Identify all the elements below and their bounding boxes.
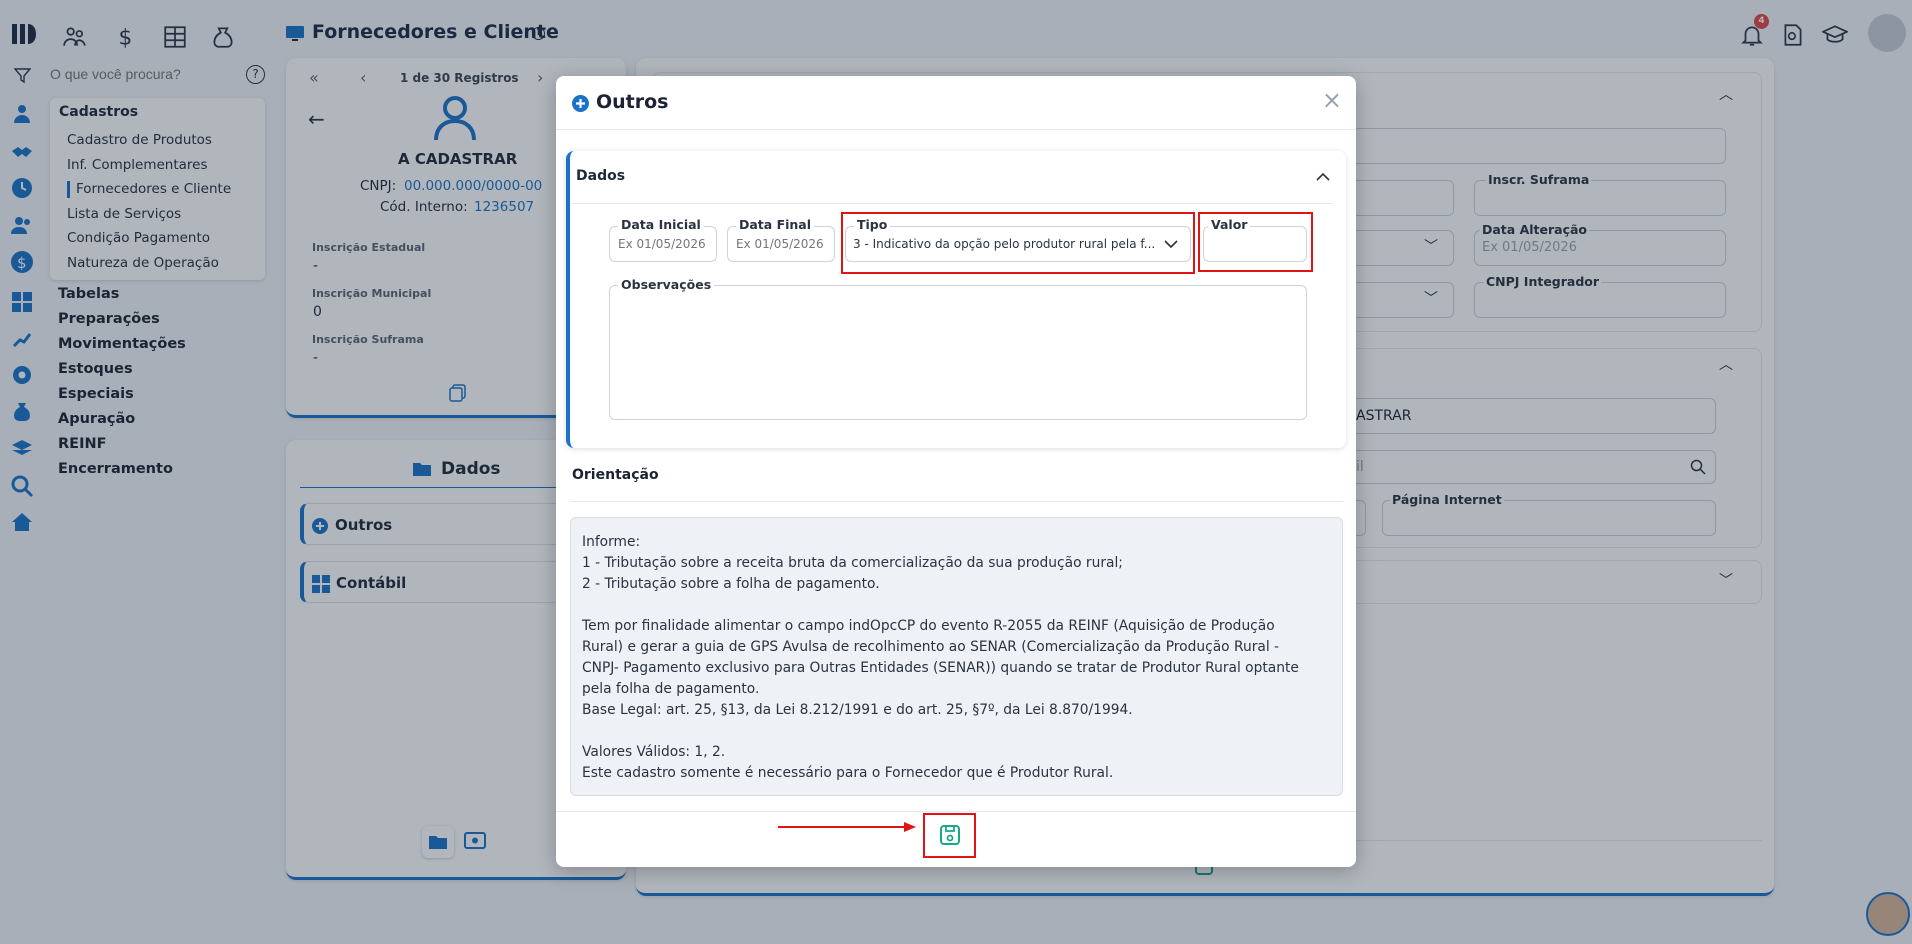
orientacao-line: pela folha de pagamento. xyxy=(582,681,760,697)
orientacao-line: 1 - Tributação sobre a receita bruta da … xyxy=(582,555,1123,571)
orientacao-line: Tem por finalidade alimentar o campo ind… xyxy=(582,618,1275,634)
orientacao-line: 2 - Tributação sobre a folha de pagament… xyxy=(582,576,880,592)
data-inicial-input[interactable] xyxy=(618,237,712,251)
orientacao-line: CNPJ- Pagamento exclusivo para Outras En… xyxy=(582,660,1299,676)
plus-circle-icon xyxy=(572,95,589,112)
divider xyxy=(572,203,1332,204)
field-label: Data Inicial xyxy=(618,217,704,232)
orientacao-line: Rural) e gerar a guia de GPS Avulsa de r… xyxy=(582,639,1280,655)
orientacao-line: Valores Válidos: 1, 2. xyxy=(582,744,726,760)
orientacao-line: Base Legal: art. 25, §13, da Lei 8.212/1… xyxy=(582,702,1133,718)
orientacao-box: Informe: 1 - Tributação sobre a receita … xyxy=(570,517,1343,796)
divider xyxy=(570,501,1343,502)
orientacao-line: Informe: xyxy=(582,534,641,550)
field-label: Observações xyxy=(618,277,715,292)
orientacao-title: Orientação xyxy=(572,467,659,483)
annotation-arrow xyxy=(778,822,916,832)
orientacao-line xyxy=(582,595,1331,616)
outros-modal: Outros × Dados Data Inicial Data Final T… xyxy=(556,76,1356,867)
save-button[interactable] xyxy=(938,823,962,847)
annotation-highlight xyxy=(841,212,1195,274)
orientacao-line: Este cadastro somente é necessário para … xyxy=(582,765,1114,781)
chevron-up-icon[interactable] xyxy=(1316,172,1330,182)
annotation-highlight xyxy=(1198,212,1313,272)
modal-title: Outros xyxy=(596,91,669,113)
orientacao-line xyxy=(582,721,1331,742)
divider xyxy=(556,129,1356,130)
section-title: Dados xyxy=(576,168,626,184)
divider xyxy=(556,811,1356,812)
close-icon[interactable]: × xyxy=(1322,88,1342,112)
observacoes-field[interactable] xyxy=(609,285,1307,420)
data-final-input[interactable] xyxy=(736,237,830,251)
field-label: Data Final xyxy=(736,217,815,232)
